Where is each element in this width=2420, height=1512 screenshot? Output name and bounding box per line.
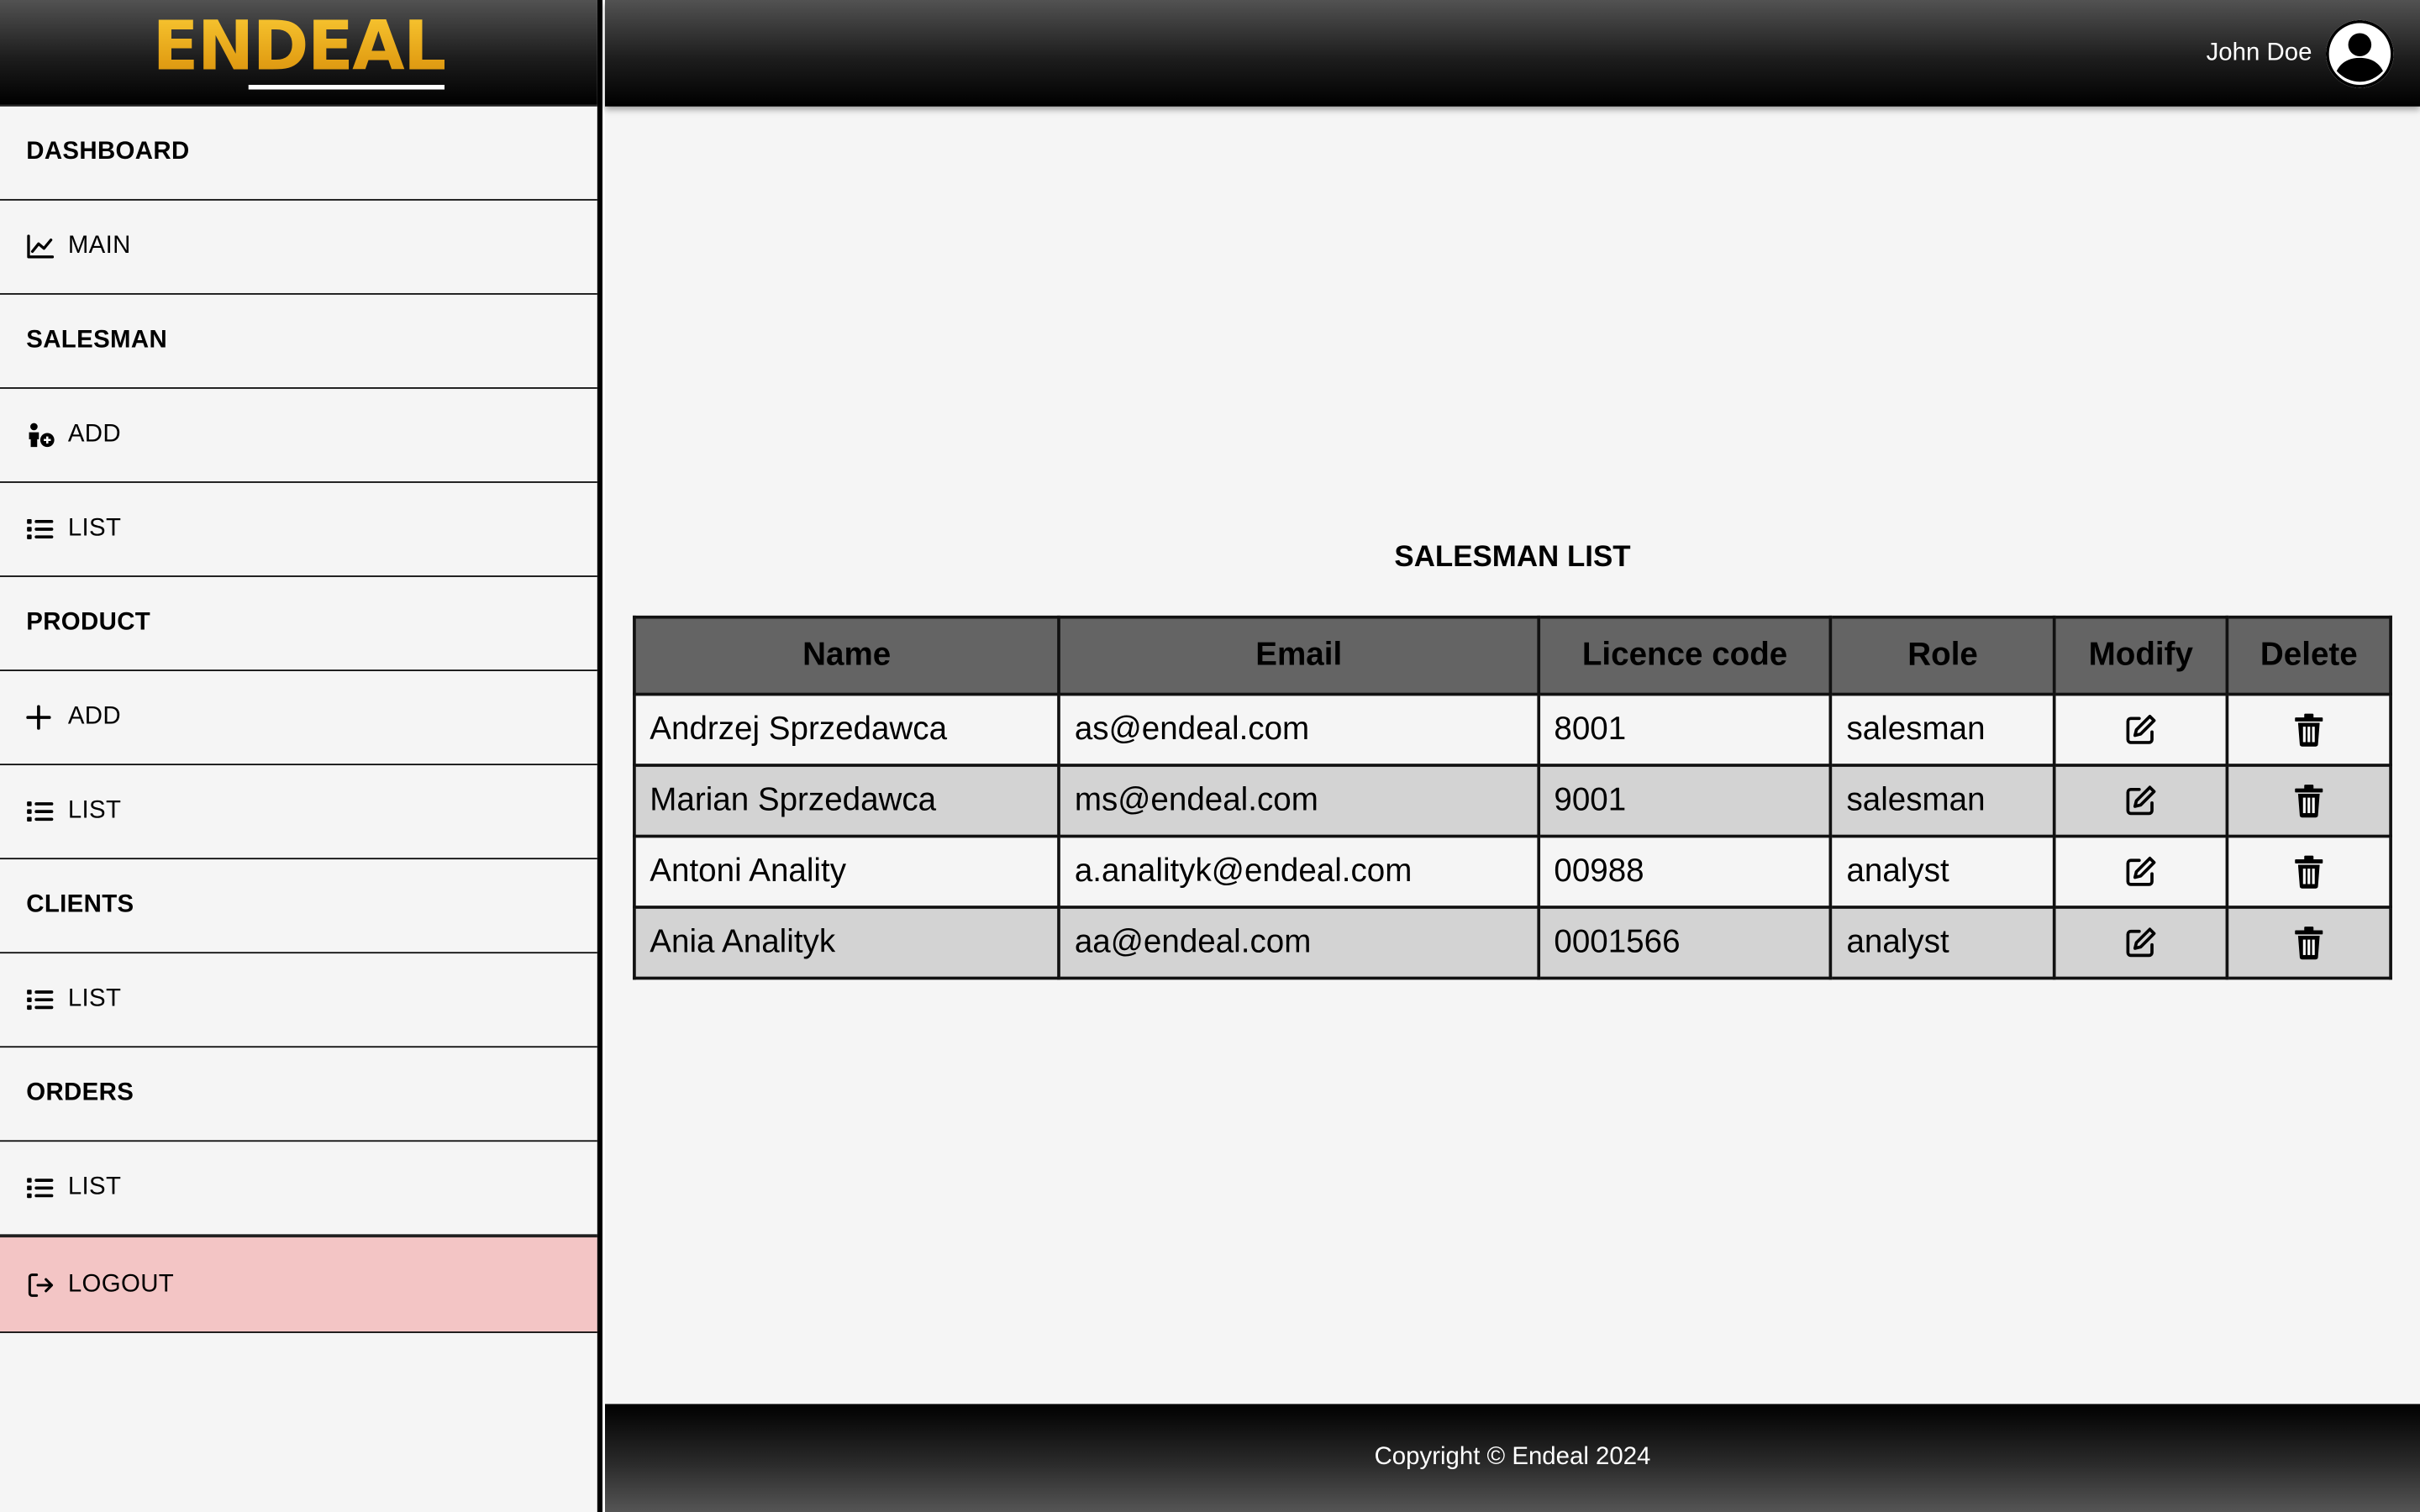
cell-email: aa@endeal.com [1057,906,1540,980]
edit-icon[interactable] [2121,710,2161,750]
table-row: Marian Sprzedawca ms@endeal.com 9001 salesm… [633,764,2392,838]
cell-role: salesman [1829,764,2056,838]
endeal-logo[interactable]: ENDEAL [152,14,445,92]
cell-delete [2225,834,2392,909]
cell-name: Antoni Anality [633,834,1061,909]
sidebar-section-salesman: SALESMAN [0,295,597,389]
copyright-text: Copyright © Endeal 2024 [1374,1444,1651,1471]
logout-label: LOGOUT [67,1270,175,1297]
salesman-table: Name Email Licence code Role Modify Delete An… [633,615,2392,980]
sidebar-item-label: MAIN [67,233,131,260]
page-title: SALESMAN LIST [1394,541,1631,575]
table-header-row: Name Email Licence code Role Modify Delete [633,615,2392,696]
sidebar-item-label: CLIENTS [26,891,134,918]
cell-licence: 0001566 [1537,906,1833,980]
main-content: SALESMAN LIST Name Email Licence code Role M… [605,107,2420,1404]
sidebar-item-label: LIST [67,515,122,542]
cell-email: a.analityk@endeal.com [1057,834,1540,909]
list-icon [26,796,57,827]
list-icon [26,984,57,1016]
sidebar-item-add[interactable]: ADD [0,671,597,766]
sidebar-item-label: ADD [67,421,121,448]
column-header-delete: Delete [2225,615,2392,696]
sidebar-section-orders: ORDERS [0,1047,597,1142]
user-avatar-icon[interactable] [2325,18,2394,87]
cell-delete [2225,692,2392,767]
edit-icon[interactable] [2121,780,2161,821]
cell-licence: 8001 [1537,692,1833,767]
sidebar-item-list[interactable]: LIST [0,765,597,860]
sidebar-item-main[interactable]: MAIN [0,201,597,295]
sidebar-item-label: DASHBOARD [26,139,190,165]
cell-modify [2053,692,2229,767]
column-header-name: Name [633,615,1061,696]
brand-bar: ENDEAL [0,0,597,107]
sidebar-item-label: LIST [67,985,122,1012]
cell-delete [2225,764,2392,838]
edit-icon[interactable] [2121,922,2161,963]
cell-modify [2053,834,2229,909]
trash-icon[interactable] [2289,852,2329,892]
cell-delete [2225,906,2392,980]
top-bar: John Doe [605,0,2420,107]
sidebar-item-add[interactable]: ADD [0,389,597,483]
sidebar-item-label: LIST [67,1173,122,1200]
table-body: Andrzej Sprzedawca as@endeal.com 8001 sales… [633,692,2392,980]
cell-name: Ania Analityk [633,906,1061,980]
column-header-licence-code: Licence code [1537,615,1833,696]
cell-role: salesman [1829,692,2056,767]
user-add-icon [26,420,57,451]
sidebar-item-label: PRODUCT [26,609,151,636]
sign-out-icon [26,1269,57,1300]
plus-icon [26,702,57,733]
sidebar-item-list[interactable]: LIST [0,483,597,577]
cell-licence: 9001 [1537,764,1833,838]
trash-icon[interactable] [2289,710,2329,750]
sidebar-item-list[interactable]: LIST [0,953,597,1048]
list-icon [26,1173,57,1204]
trash-icon[interactable] [2289,780,2329,821]
sidebar-nav: DASHBOARD MAIN SALESMAN ADD LIST PRODUCT ADD LI… [0,107,597,1236]
list-icon [26,514,57,545]
sidebar-divider [597,0,605,1512]
table-row: Antoni Anality a.analityk@endeal.com 00988… [633,834,2392,909]
cell-name: Andrzej Sprzedawca [633,692,1061,767]
logout-button[interactable]: LOGOUT [0,1236,597,1333]
cell-name: Marian Sprzedawca [633,764,1061,838]
cell-role: analyst [1829,906,2056,980]
edit-icon[interactable] [2121,852,2161,892]
table-row: Andrzej Sprzedawca as@endeal.com 8001 sales… [633,692,2392,767]
user-name[interactable]: John Doe [2207,39,2312,67]
column-header-modify: Modify [2053,615,2229,696]
sidebar-item-label: LIST [67,797,122,824]
cell-email: ms@endeal.com [1057,764,1540,838]
sidebar-item-label: ADD [67,703,121,730]
cell-email: as@endeal.com [1057,692,1540,767]
sidebar-section-dashboard: DASHBOARD [0,107,597,201]
footer: Copyright © Endeal 2024 [605,1404,2420,1512]
cell-modify [2053,764,2229,838]
cell-role: analyst [1829,834,2056,909]
sidebar-section-product: PRODUCT [0,577,597,671]
sidebar-section-clients: CLIENTS [0,859,597,954]
cell-modify [2053,906,2229,980]
logo-underline [248,85,445,90]
table-row: Ania Analityk aa@endeal.com 0001566 analyst [633,906,2392,980]
column-header-role: Role [1829,615,2056,696]
sidebar-item-label: ORDERS [26,1079,134,1106]
sidebar: ENDEAL DASHBOARD MAIN SALESMAN ADD LIST PRODU… [0,0,597,1512]
logo-text: ENDEAL [152,8,445,87]
column-header-email: Email [1057,615,1540,696]
trash-icon[interactable] [2289,922,2329,963]
chart-line-icon [26,232,57,263]
sidebar-item-label: SALESMAN [26,327,168,354]
cell-licence: 00988 [1537,834,1833,909]
sidebar-item-list[interactable]: LIST [0,1142,597,1236]
